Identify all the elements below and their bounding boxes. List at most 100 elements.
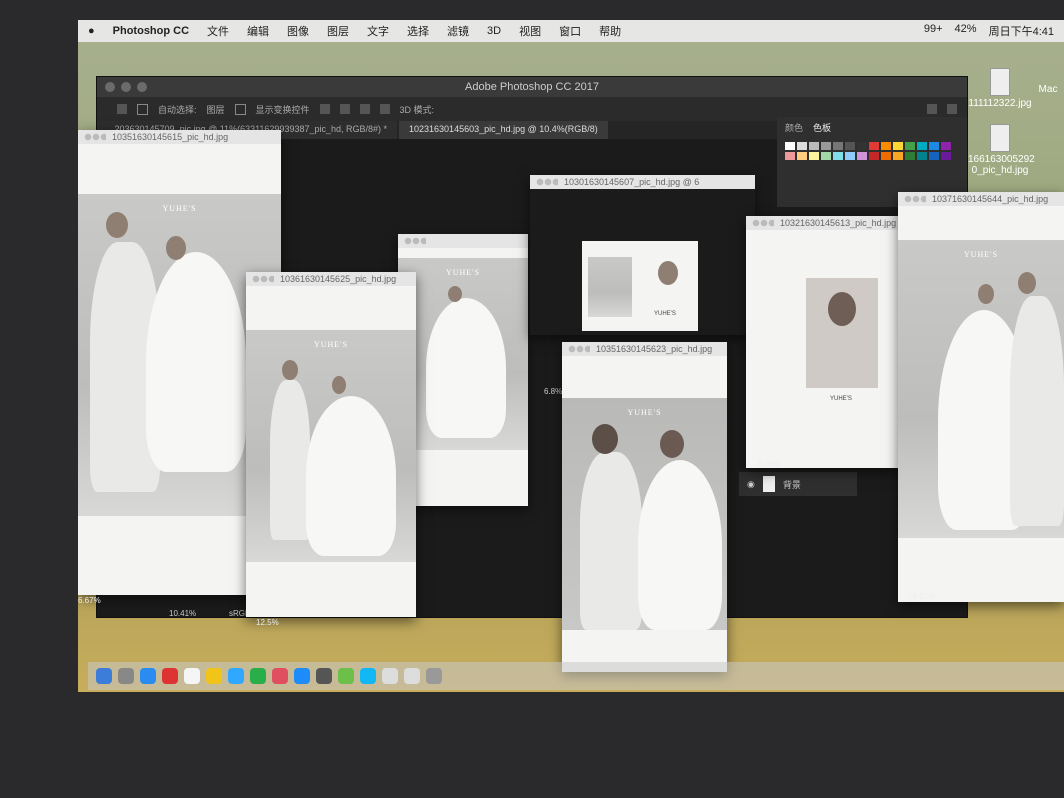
- bride-figure: [146, 252, 246, 472]
- document-title[interactable]: 10371630145644_pic_hd.jpg: [898, 192, 1064, 206]
- document-title[interactable]: 10351630145615_pic_hd.jpg: [78, 130, 281, 144]
- menu-file[interactable]: 文件: [207, 23, 229, 39]
- close-icon[interactable]: [105, 82, 115, 92]
- swatch[interactable]: [809, 142, 819, 150]
- document-title[interactable]: 10301630145607_pic_hd.jpg @ 6: [530, 175, 755, 189]
- minimize-icon[interactable]: [121, 82, 131, 92]
- desktop-file-1[interactable]: 111112322.jpg: [968, 68, 1032, 109]
- auto-select-checkbox[interactable]: [137, 103, 148, 115]
- trash-icon[interactable]: [426, 668, 442, 684]
- desktop-file-3[interactable]: 166163005292​0_pic_hd.jpg: [968, 124, 1035, 176]
- app-store-icon[interactable]: [294, 668, 310, 684]
- swatch[interactable]: [941, 142, 951, 150]
- document-title[interactable]: 10351630145623_pic_hd.jpg: [562, 342, 727, 356]
- swatch[interactable]: [833, 152, 843, 160]
- swatch[interactable]: [821, 142, 831, 150]
- desktop-file-2[interactable]: Mac: [1028, 84, 1064, 95]
- apple-icon[interactable]: ●: [88, 25, 95, 37]
- swatch[interactable]: [917, 152, 927, 160]
- menu-view[interactable]: 视图: [519, 23, 541, 39]
- menu-3d[interactable]: 3D: [487, 25, 501, 37]
- swatch[interactable]: [857, 152, 867, 160]
- menu-help[interactable]: 帮助: [599, 23, 621, 39]
- menu-window[interactable]: 窗口: [559, 23, 581, 39]
- document-title[interactable]: 10321630145613_pic_hd.jpg: [746, 216, 901, 230]
- distribute-icon[interactable]: [359, 104, 370, 114]
- document-window[interactable]: 10301630145607_pic_hd.jpg @ 6 YUHE'S: [530, 175, 755, 335]
- swatch[interactable]: [821, 152, 831, 160]
- document-window[interactable]: 10361630145625_pic_hd.jpg YUHE'S 12.5%: [246, 272, 416, 627]
- show-transform-checkbox[interactable]: [234, 103, 246, 115]
- align-icon[interactable]: [319, 104, 330, 114]
- swatch[interactable]: [869, 142, 879, 150]
- music-icon[interactable]: [272, 668, 288, 684]
- qq-icon[interactable]: [360, 668, 376, 684]
- swatch[interactable]: [845, 142, 855, 150]
- zoom-icon[interactable]: [137, 82, 147, 92]
- clock[interactable]: 周日下午4:41: [989, 23, 1054, 39]
- notes-icon[interactable]: [206, 668, 222, 684]
- swatch[interactable]: [785, 152, 795, 160]
- launchpad-icon[interactable]: [118, 668, 134, 684]
- distribute-icon[interactable]: [379, 104, 390, 114]
- safari-icon[interactable]: [140, 668, 156, 684]
- swatch[interactable]: [929, 152, 939, 160]
- swatch[interactable]: [905, 142, 915, 150]
- swatch[interactable]: [869, 152, 879, 160]
- ps-window-title: Adobe Photoshop CC 2017: [465, 81, 599, 93]
- mail-icon[interactable]: [162, 668, 178, 684]
- tab-swatches[interactable]: 色板: [813, 121, 831, 134]
- document-title[interactable]: [398, 234, 528, 248]
- swatch[interactable]: [881, 142, 891, 150]
- photoshop-icon[interactable]: [228, 668, 244, 684]
- swatch[interactable]: [833, 142, 843, 150]
- menu-app-name[interactable]: Photoshop CC: [113, 25, 189, 37]
- window-controls: [105, 82, 147, 92]
- swatch[interactable]: [905, 152, 915, 160]
- swatch[interactable]: [797, 152, 807, 160]
- wechat-icon[interactable]: [250, 668, 266, 684]
- swatch[interactable]: [797, 142, 807, 150]
- visibility-eye-icon[interactable]: ◉: [747, 479, 755, 490]
- battery-percent[interactable]: 42%: [955, 23, 977, 39]
- doc-tab-active[interactable]: 10231630145603_pic_hd.jpg @ 10.4%(RGB/8): [399, 121, 608, 139]
- menu-image[interactable]: 图像: [287, 23, 309, 39]
- portrait-photo: [806, 278, 878, 388]
- menu-select[interactable]: 选择: [407, 23, 429, 39]
- wedding-photo: YUHE'S: [246, 330, 416, 562]
- search-icon[interactable]: [927, 104, 937, 114]
- auto-select-dropdown[interactable]: 图层: [207, 103, 225, 116]
- move-tool-icon[interactable]: [117, 104, 127, 114]
- document-window[interactable]: YUHE'S: [398, 234, 528, 506]
- calendar-icon[interactable]: [184, 668, 200, 684]
- workspace-icon[interactable]: [947, 104, 957, 114]
- swatch[interactable]: [881, 152, 891, 160]
- document-window[interactable]: 10351630145623_pic_hd.jpg YUHE'S: [562, 342, 727, 672]
- terminal-icon[interactable]: [316, 668, 332, 684]
- tab-color[interactable]: 颜色: [785, 121, 803, 134]
- swatch[interactable]: [929, 142, 939, 150]
- swatch[interactable]: [917, 142, 927, 150]
- menu-layer[interactable]: 图层: [327, 23, 349, 39]
- swatch[interactable]: [809, 152, 819, 160]
- document-title[interactable]: 10361630145625_pic_hd.jpg: [246, 272, 416, 286]
- menu-type[interactable]: 文字: [367, 23, 389, 39]
- document-window[interactable]: 10321630145613_pic_hd.jpg YUHE'S 6.08%: [746, 216, 901, 469]
- swatch[interactable]: [857, 142, 867, 150]
- swatch[interactable]: [845, 152, 855, 160]
- swatch[interactable]: [785, 142, 795, 150]
- swatch[interactable]: [893, 152, 903, 160]
- wechat-badge[interactable]: 99+: [924, 23, 943, 39]
- app-icon[interactable]: [338, 668, 354, 684]
- finder-icon[interactable]: [96, 668, 112, 684]
- folder-icon[interactable]: [382, 668, 398, 684]
- swatch[interactable]: [941, 152, 951, 160]
- document-window[interactable]: 10371630145644_pic_hd.jpg YUHE'S 16.67%: [898, 192, 1064, 602]
- bride-figure: [426, 298, 506, 438]
- menu-filter[interactable]: 滤镜: [447, 23, 469, 39]
- folder-icon[interactable]: [404, 668, 420, 684]
- menu-edit[interactable]: 编辑: [247, 23, 269, 39]
- layer-row[interactable]: ◉ 背景: [739, 472, 857, 496]
- swatch[interactable]: [893, 142, 903, 150]
- align-icon[interactable]: [339, 104, 350, 114]
